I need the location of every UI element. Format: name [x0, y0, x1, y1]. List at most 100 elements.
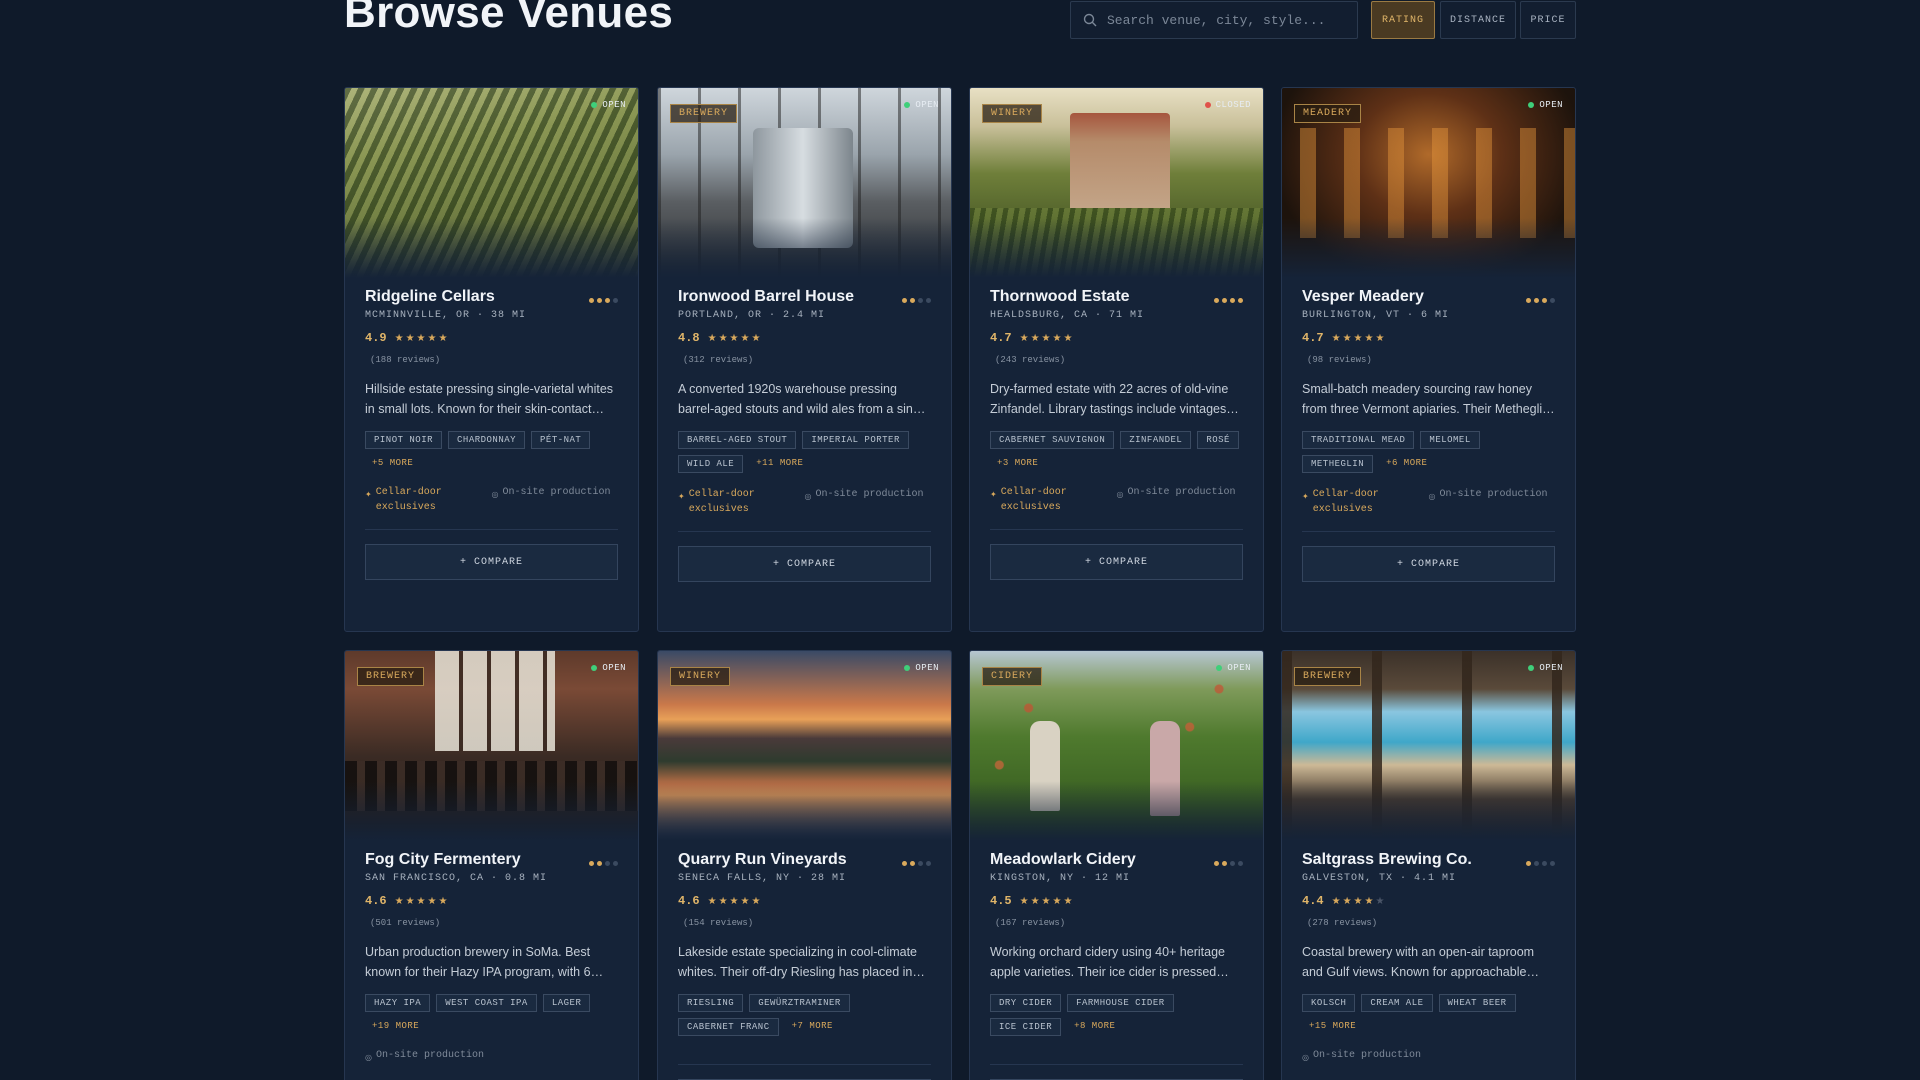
tag: CABERNET FRANC [678, 1018, 779, 1036]
tag: ROSÉ [1197, 431, 1239, 449]
review-count[interactable]: (188 reviews) [365, 355, 618, 365]
review-count[interactable]: (501 reviews) [365, 918, 618, 928]
status-dot-icon [591, 665, 598, 671]
price-level [1214, 298, 1243, 303]
star-rating: ★★★★★ [1332, 333, 1387, 344]
star-icon: ★ [1353, 895, 1365, 907]
venue-name[interactable]: Quarry Run Vineyards [678, 851, 931, 869]
more-tags-link[interactable]: +6 MORE [1379, 455, 1434, 473]
review-count[interactable]: (167 reviews) [990, 918, 1243, 928]
search-input[interactable] [1107, 12, 1357, 28]
venue-features: ✦ Cellar-door exclusives ◎ On-site product… [365, 485, 618, 515]
tag: MELOMEL [1420, 431, 1480, 449]
tag: BARREL-AGED STOUT [678, 431, 797, 449]
venue-card[interactable]: CIDERY OPEN Meadowlark Cidery KINGSTON, … [969, 650, 1264, 1080]
star-icon: ★ [1063, 895, 1075, 907]
star-icon: ★ [1342, 895, 1354, 907]
star-icon: ★ [427, 332, 439, 344]
price-dot [589, 861, 594, 866]
venue-card[interactable]: WINERY CLOSED Thornwood Estate HEALDSBUR… [969, 87, 1264, 632]
more-tags-link[interactable]: +11 MORE [749, 455, 810, 473]
star-icon: ★ [740, 332, 752, 344]
compare-button[interactable]: + COMPARE [1302, 546, 1555, 582]
venue-name[interactable]: Ridgeline Cellars [365, 288, 618, 306]
tag: CREAM ALE [1361, 994, 1433, 1012]
venue-location: HEALDSBURG, CA · 71 MI [990, 310, 1145, 321]
venue-name[interactable]: Saltgrass Brewing Co. [1302, 851, 1555, 869]
rating-value: 4.7 [990, 331, 1012, 345]
venue-name[interactable]: Fog City Fermentery [365, 851, 618, 869]
tag-list: CABERNET SAUVIGNON ZINFANDEL ROSÉ +3 MORE [990, 431, 1243, 471]
tag: ZINFANDEL [1120, 431, 1192, 449]
star-rating: ★★★★★ [708, 333, 763, 344]
review-count[interactable]: (154 reviews) [678, 918, 931, 928]
sort-distance-button[interactable]: DISTANCE [1440, 1, 1516, 39]
price-dot [589, 298, 594, 303]
tag: CHARDONNAY [448, 431, 526, 449]
venue-card[interactable]: MEADERY OPEN Vesper Meadery BURLINGTON, … [1281, 87, 1576, 632]
status-label: OPEN [602, 100, 626, 110]
tag: ICE CIDER [990, 1018, 1062, 1036]
sort-rating-button[interactable]: RATING [1371, 1, 1435, 39]
venue-name[interactable]: Meadowlark Cidery [990, 851, 1243, 869]
sort-price-button[interactable]: PRICE [1520, 1, 1576, 39]
star-icon: ★ [416, 332, 428, 344]
tag: CABERNET SAUVIGNON [990, 431, 1115, 449]
star-icon: ★ [1331, 895, 1343, 907]
page-title: Browse Venues [344, 0, 674, 37]
feature-production: ◎ On-site production [1117, 485, 1244, 515]
venue-description: A converted 1920s warehouse pressing bar… [678, 382, 930, 416]
compare-button[interactable]: + COMPARE [990, 544, 1243, 580]
more-tags-link[interactable]: +3 MORE [990, 455, 1045, 471]
more-tags-link[interactable]: +8 MORE [1067, 1018, 1122, 1036]
tag: LAGER [542, 994, 591, 1012]
status-label: OPEN [602, 663, 626, 673]
venue-card[interactable]: OPEN Ridgeline Cellars MCMINNVILLE, OR ·… [344, 87, 639, 632]
venue-image: BREWERY OPEN [1282, 651, 1575, 841]
price-dot [613, 861, 618, 866]
tag: FARMHOUSE CIDER [1067, 994, 1174, 1012]
venue-type-badge: MEADERY [1294, 104, 1362, 123]
star-icon: ★ [1052, 332, 1064, 344]
venue-description: Working orchard cidery using 40+ heritag… [990, 945, 1225, 979]
search-icon [1083, 13, 1097, 27]
price-dot [613, 298, 618, 303]
venue-card[interactable]: BREWERY OPEN Saltgrass Brewing Co. GALVE… [1281, 650, 1576, 1080]
tag: IMPERIAL PORTER [802, 431, 909, 449]
more-tags-link[interactable]: +15 MORE [1302, 1018, 1363, 1034]
review-count[interactable]: (98 reviews) [1302, 355, 1555, 365]
more-tags-link[interactable]: +5 MORE [365, 455, 420, 471]
venue-image: WINERY CLOSED [970, 88, 1263, 278]
venue-name[interactable]: Ironwood Barrel House [678, 288, 931, 306]
feature-production: ◎ On-site production [1302, 1048, 1432, 1066]
compare-button[interactable]: + COMPARE [678, 546, 931, 582]
review-count[interactable]: (243 reviews) [990, 355, 1243, 365]
divider [678, 531, 931, 532]
price-level [902, 861, 931, 866]
price-dot [1222, 298, 1227, 303]
venue-name[interactable]: Vesper Meadery [1302, 288, 1555, 306]
venue-name[interactable]: Thornwood Estate [990, 288, 1243, 306]
more-tags-link[interactable]: +7 MORE [785, 1018, 840, 1036]
venue-card[interactable]: BREWERY OPEN Fog City Fermentery SAN FRA… [344, 650, 639, 1080]
status-label: OPEN [1539, 663, 1563, 673]
review-count[interactable]: (312 reviews) [678, 355, 931, 365]
venue-card[interactable]: WINERY OPEN Quarry Run Vineyards SENECA … [657, 650, 952, 1080]
price-level [902, 298, 931, 303]
compare-button[interactable]: + COMPARE [365, 544, 618, 580]
star-icon: ★ [405, 332, 417, 344]
review-count[interactable]: (278 reviews) [1302, 918, 1555, 928]
venue-features: ✦ Cellar-door exclusives ◎ On-site product… [1302, 487, 1555, 517]
price-dot [597, 298, 602, 303]
search-bar[interactable] [1070, 1, 1358, 39]
venue-description: Urban production brewery in SoMa. Best k… [365, 945, 591, 979]
feature-cellar-door: ✦ Cellar-door exclusives [990, 487, 1067, 513]
tag: DRY CIDER [990, 994, 1062, 1012]
venue-type-badge: WINERY [670, 667, 731, 686]
more-tags-link[interactable]: +19 MORE [365, 1018, 426, 1034]
star-icon: ★ [427, 895, 439, 907]
venue-card[interactable]: BREWERY OPEN Ironwood Barrel House PORTL… [657, 87, 952, 632]
status-dot-icon [1216, 665, 1223, 671]
star-icon: ★ [718, 895, 730, 907]
star-icon: ★ [438, 332, 450, 344]
